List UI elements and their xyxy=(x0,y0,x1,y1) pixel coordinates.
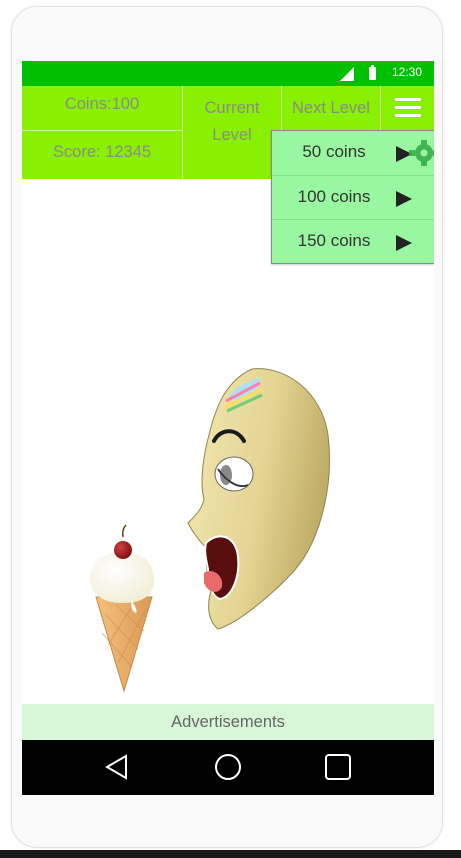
coin-option-50[interactable]: 50 coins xyxy=(272,131,434,175)
coins-label: Coins:100 xyxy=(64,95,140,113)
score-label: Score: 12345 xyxy=(52,143,152,161)
app-screen: 12:30 Coins:100 Score: 12345 Current Lev… xyxy=(22,61,434,795)
recents-icon[interactable] xyxy=(323,752,353,782)
cartoon-head[interactable] xyxy=(187,368,330,630)
next-level-label: Next Level xyxy=(292,99,370,117)
hamburger-menu-icon[interactable] xyxy=(381,86,434,131)
signal-icon xyxy=(340,67,354,81)
home-icon[interactable] xyxy=(213,752,243,782)
ice-cream-cone[interactable] xyxy=(90,524,154,693)
gear-icon[interactable] xyxy=(400,137,434,169)
status-time: 12:30 xyxy=(391,65,422,79)
score-display: Score: 12345 xyxy=(22,131,183,179)
bottom-edge xyxy=(0,850,461,858)
game-scene xyxy=(22,179,434,704)
coins-display: Coins:100 xyxy=(22,86,183,131)
back-icon[interactable] xyxy=(102,752,132,782)
android-nav-bar xyxy=(22,740,434,795)
current-level-button[interactable]: Current Level xyxy=(183,86,282,179)
status-bar: 12:30 xyxy=(22,61,434,86)
advertisement-label: Advertisements xyxy=(171,713,285,731)
current-level-label: Current Level xyxy=(204,99,260,144)
advertisement-banner[interactable]: Advertisements xyxy=(22,704,434,740)
battery-icon xyxy=(369,65,376,80)
coin-option-label: 50 coins xyxy=(302,142,366,161)
